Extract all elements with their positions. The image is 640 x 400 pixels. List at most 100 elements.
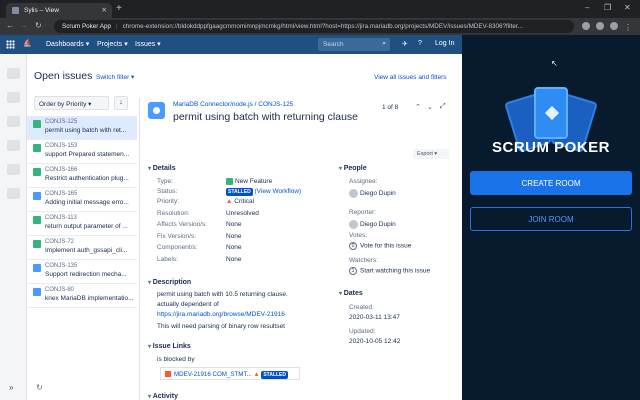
- sidebar-item[interactable]: [7, 116, 20, 127]
- issue-summary: Support redirection mecha...: [45, 271, 127, 278]
- card-icon: [534, 87, 568, 139]
- issue-key: CONJS-72: [45, 239, 75, 245]
- project-avatar: [148, 102, 165, 119]
- list-item[interactable]: CONJS-166 Restrict authentication plug...: [27, 164, 137, 188]
- issue-summary: Restrict authentication plug...: [45, 175, 129, 182]
- minimize-button[interactable]: –: [585, 3, 589, 12]
- list-item[interactable]: CONJS-113 return output parameter of ...: [27, 212, 137, 236]
- issue-summary: support Prepared statemen...: [45, 151, 130, 158]
- mouse-cursor-icon: ↖: [551, 59, 558, 68]
- list-item[interactable]: CONJS-153 support Prepared statemen...: [27, 140, 137, 164]
- labels-label: Labels:: [157, 256, 178, 263]
- details-heading[interactable]: Details: [148, 165, 176, 172]
- dates-heading[interactable]: Dates: [339, 290, 363, 297]
- votes-label: Votes:: [349, 232, 368, 239]
- app-switcher-icon[interactable]: [6, 40, 15, 49]
- created-value: 2020-03-11 13:47: [349, 314, 400, 321]
- project-sidebar: »: [0, 54, 27, 400]
- description-heading[interactable]: Description: [148, 279, 192, 286]
- search-input[interactable]: Search ⌕: [318, 38, 390, 51]
- description-line: permit using batch with 10.5 returning c…: [157, 291, 288, 298]
- priority-value: ▲ Critical: [226, 198, 255, 205]
- search-icon: ⌕: [382, 40, 386, 47]
- component-label: Component/s:: [157, 244, 198, 251]
- issue-pager: 1 of 8: [382, 104, 399, 111]
- expand-icon[interactable]: ⤢: [440, 103, 446, 111]
- forward-icon[interactable]: →: [20, 21, 28, 30]
- issue-key: CONJS-135: [45, 263, 78, 269]
- profile-avatar-icon[interactable]: [610, 22, 618, 30]
- maximize-button[interactable]: ❐: [604, 3, 611, 12]
- close-window-button[interactable]: ✕: [624, 3, 631, 12]
- jira-logo-icon[interactable]: ⛵: [23, 39, 35, 50]
- expand-sidebar-icon[interactable]: »: [9, 383, 13, 392]
- nav-projects[interactable]: Projects ▾: [97, 40, 128, 48]
- nav-dashboards[interactable]: Dashboards ▾: [46, 40, 89, 48]
- browser-menu-icon[interactable]: ⋮: [624, 23, 632, 32]
- breadcrumb[interactable]: MariaDB Connector/node.js / CONJS-125: [173, 101, 293, 108]
- list-item[interactable]: CONJS-80 knex MariaDB implementatio...: [27, 284, 137, 308]
- issue-links-heading[interactable]: Issue Links: [148, 343, 191, 350]
- labels-value: None: [226, 256, 242, 263]
- sidebar-item[interactable]: [7, 92, 20, 103]
- create-room-button[interactable]: CREATE ROOM: [470, 171, 632, 195]
- priority-icon: ▲: [253, 371, 260, 378]
- pane-divider[interactable]: [139, 98, 140, 400]
- description-link[interactable]: https://jira.mariadb.org/browse/MDEV-219…: [157, 311, 285, 318]
- description-line: actually dependent of: [157, 301, 219, 308]
- sidebar-item[interactable]: [7, 164, 20, 175]
- affects-version-label: Affects Version/s:: [157, 221, 208, 228]
- order-by-dropdown[interactable]: Order by Priority ▾: [34, 96, 109, 110]
- status-badge: STALLED: [226, 188, 253, 196]
- nav-issues[interactable]: Issues ▾: [135, 40, 161, 48]
- avatar: [349, 220, 358, 229]
- task-icon: [33, 288, 41, 296]
- list-item[interactable]: CONJS-165 Adding initial message erro...: [27, 188, 137, 212]
- sort-direction-button[interactable]: ↓: [114, 96, 128, 110]
- login-link[interactable]: Log In: [435, 40, 454, 47]
- view-workflow-link[interactable]: (View Workflow): [255, 188, 302, 195]
- avatar: [349, 189, 358, 198]
- refresh-icon[interactable]: ↻: [36, 383, 43, 392]
- view-all-link[interactable]: View all issues and filters: [374, 74, 447, 81]
- issue-summary: return output parameter of ...: [45, 223, 128, 230]
- search-placeholder: Search: [323, 41, 344, 48]
- feedback-icon[interactable]: ✈: [402, 40, 408, 48]
- prev-issue-icon[interactable]: ⌃: [415, 103, 421, 111]
- reload-icon[interactable]: ↻: [35, 21, 42, 30]
- issue-key: CONJS-165: [45, 191, 78, 197]
- people-heading[interactable]: People: [339, 165, 367, 172]
- list-item[interactable]: CONJS-125 permit using batch with ret...: [27, 116, 137, 140]
- help-icon[interactable]: ?: [418, 40, 422, 47]
- activity-heading[interactable]: Activity: [148, 393, 178, 400]
- omnibox[interactable]: Scrum Poker App | chrome-extension://bldok…: [54, 20, 574, 33]
- status-value: STALLED (View Workflow): [226, 188, 301, 196]
- tab-close-icon[interactable]: ✕: [102, 6, 107, 14]
- linked-issue[interactable]: MDEV-21916 COM_STMT... ▲ STALLED: [160, 367, 300, 380]
- votes-value: 0 Vote for this issue: [349, 242, 411, 250]
- updated-value: 2020-10-05 12:42: [349, 338, 401, 345]
- sidebar-item[interactable]: [7, 140, 20, 151]
- next-issue-icon[interactable]: ⌄: [427, 103, 433, 111]
- fix-version-label: Fix Version/s:: [157, 233, 197, 240]
- extension-icon[interactable]: [596, 22, 604, 30]
- browser-tab[interactable]: Sylis – View ✕: [6, 3, 112, 18]
- extension-icon[interactable]: [582, 22, 590, 30]
- switch-filter-link[interactable]: Switch filter ▾: [96, 73, 134, 81]
- list-item[interactable]: CONJS-135 Support redirection mecha...: [27, 260, 137, 284]
- sidebar-item[interactable]: [7, 188, 20, 199]
- issue-key: CONJS-125: [45, 119, 78, 125]
- issue-key: CONJS-166: [45, 167, 78, 173]
- status-label: Status:: [157, 188, 178, 195]
- join-room-button[interactable]: JOIN ROOM: [470, 207, 632, 231]
- list-item[interactable]: CONJS-72 Implement auth_gssapi_cli...: [27, 236, 137, 260]
- export-button[interactable]: Export ▾: [413, 149, 449, 159]
- extension-icons: ⋮: [576, 22, 632, 32]
- new-tab-button[interactable]: +: [116, 3, 122, 14]
- back-icon[interactable]: ←: [6, 21, 14, 30]
- watchers-value: 1 Start watching this issue: [349, 267, 430, 275]
- watchers-label: Watchers:: [349, 257, 379, 264]
- issue-key: CONJS-153: [45, 143, 78, 149]
- page-title: Open issues: [34, 70, 93, 82]
- sidebar-item[interactable]: [7, 68, 20, 79]
